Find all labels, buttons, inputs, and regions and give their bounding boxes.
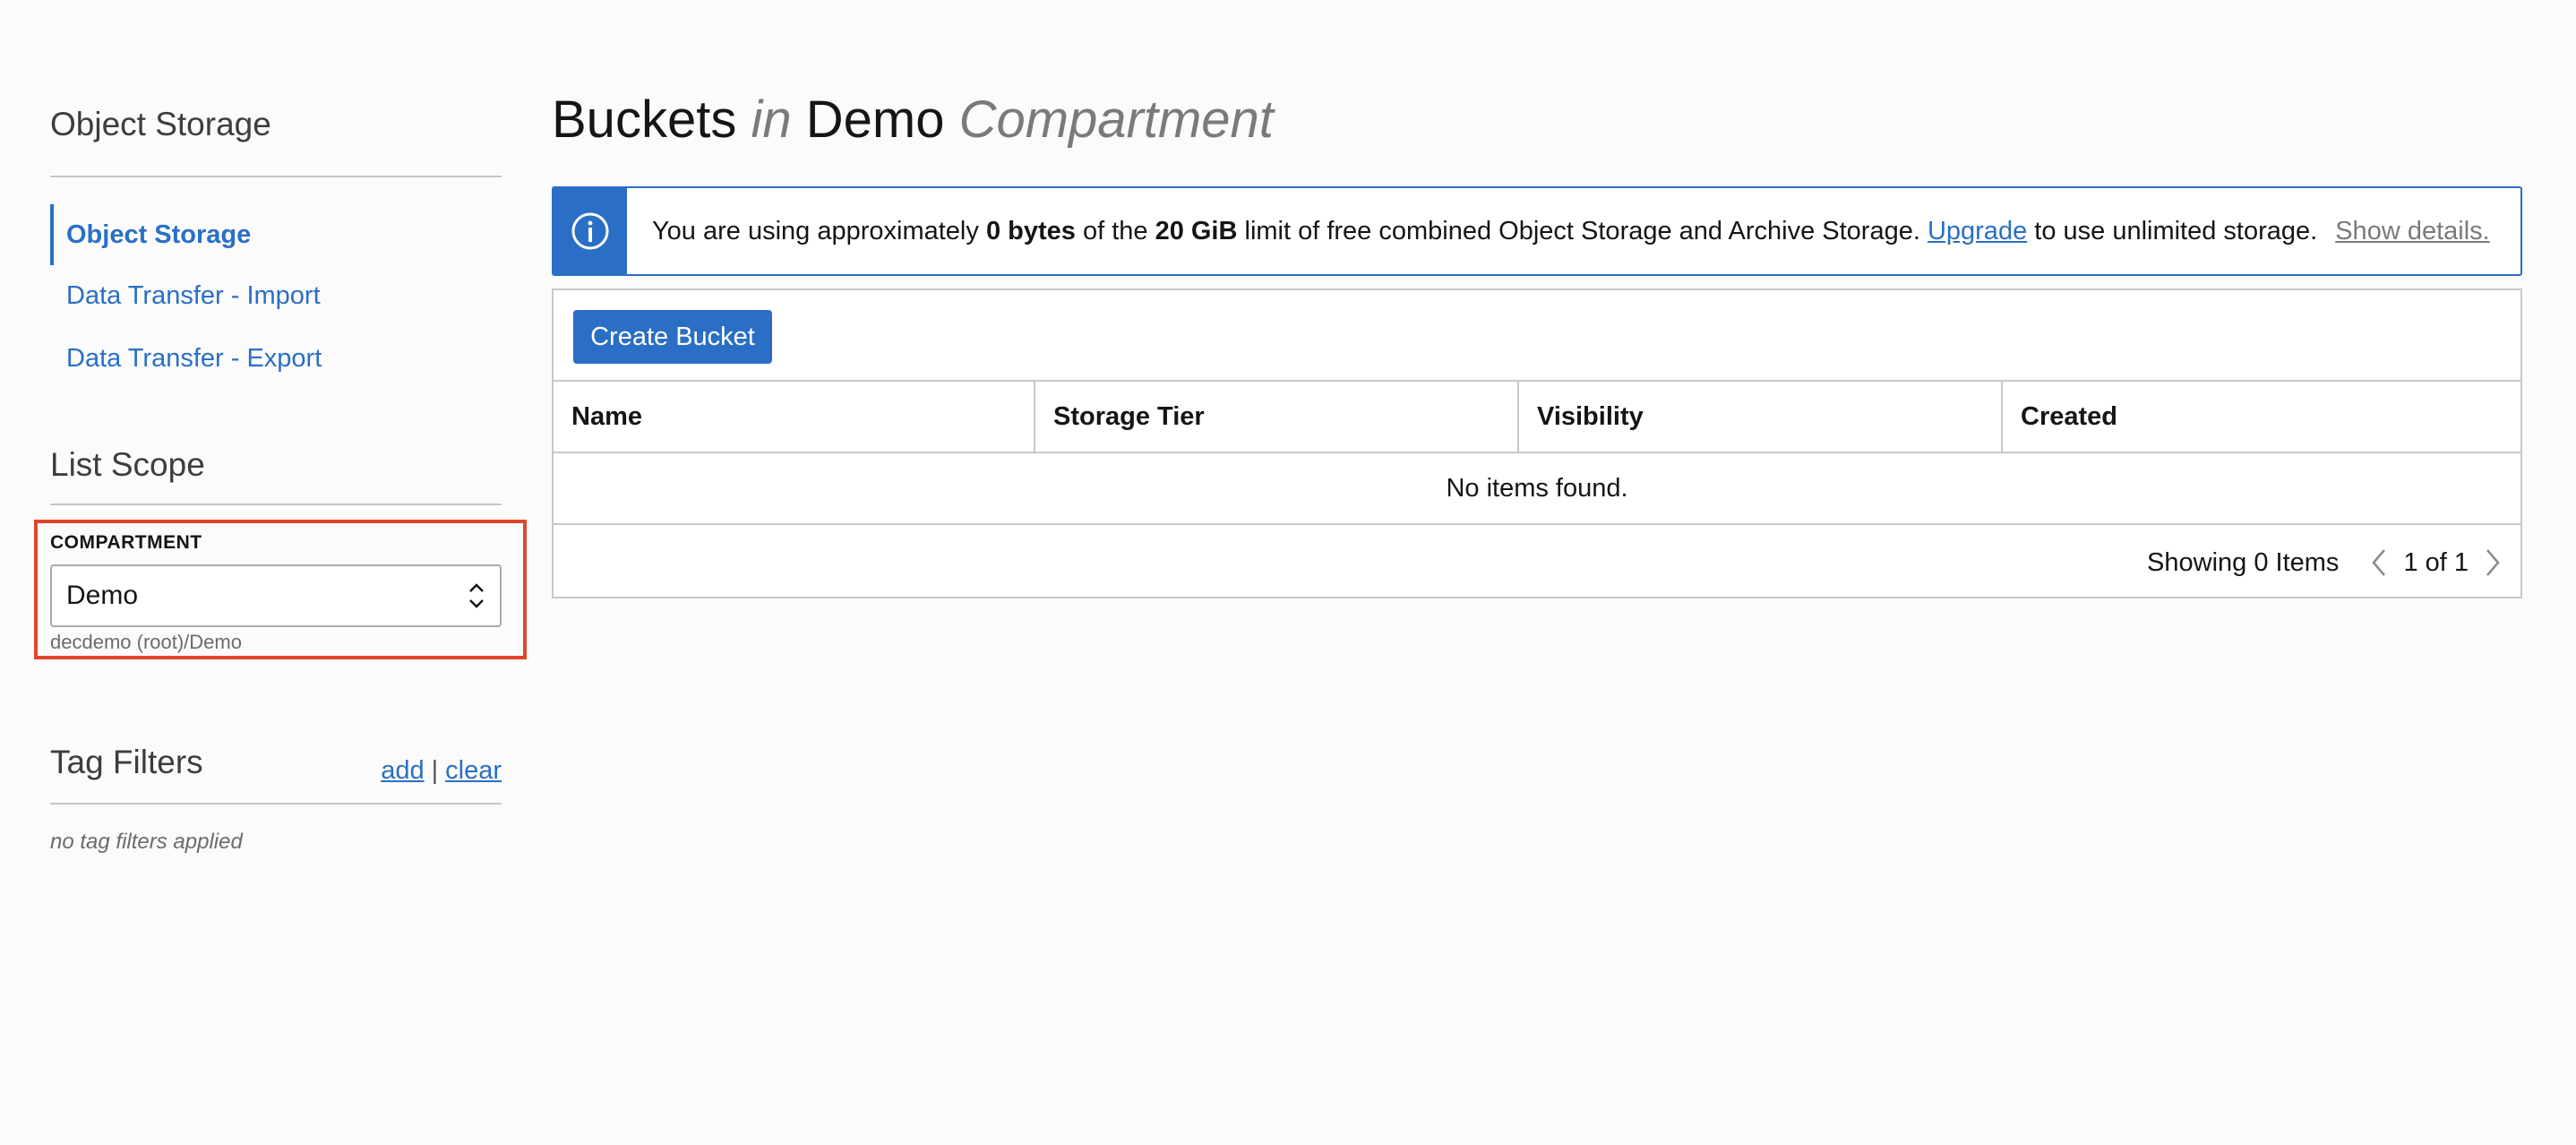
sidebar-section-title: Object Storage [50, 106, 502, 177]
page-indicator: 1 of 1 [2403, 547, 2469, 577]
column-header-storage-tier[interactable]: Storage Tier [1035, 382, 1519, 452]
compartment-selected-value: Demo [66, 581, 139, 610]
buckets-table-card: Create Bucket Name Storage Tier Visibili… [552, 288, 2522, 598]
select-arrows-icon [469, 583, 484, 608]
tag-filters-empty-text: no tag filters applied [50, 830, 243, 854]
page: Object Storage Object Storage Data Trans… [0, 0, 2576, 1145]
show-details-link[interactable]: Show details. [2335, 217, 2490, 245]
title-compartment-name: Demo [805, 90, 945, 149]
banner-limit-value: 20 GiB [1155, 216, 1238, 245]
column-header-created[interactable]: Created [2003, 382, 2520, 452]
banner-text-1: You are using approximately [652, 216, 986, 245]
tag-link-separator: | [431, 756, 439, 785]
title-buckets: Buckets [552, 90, 737, 149]
sidebar-item-data-transfer-export[interactable]: Data Transfer - Export [50, 328, 502, 389]
banner-text-2: of the [1075, 216, 1155, 245]
banner-text-3: limit of free combined Object Storage an… [1237, 216, 1928, 245]
banner-message: You are using approximately 0 bytes of t… [627, 217, 2490, 246]
column-header-name[interactable]: Name [554, 382, 1035, 452]
storage-info-banner: You are using approximately 0 bytes of t… [552, 186, 2522, 276]
tag-filters-title: Tag Filters [50, 744, 203, 780]
list-scope-title: List Scope [50, 446, 502, 505]
column-header-visibility[interactable]: Visibility [1519, 382, 2003, 452]
chevron-right-icon[interactable] [2477, 545, 2508, 581]
sidebar-item-data-transfer-import[interactable]: Data Transfer - Import [50, 265, 502, 326]
chevron-left-icon[interactable] [2364, 545, 2394, 581]
table-header: Name Storage Tier Visibility Created [554, 380, 2520, 453]
compartment-path: decdemo (root)/Demo [50, 631, 242, 653]
pagination: Showing 0 Items 1 of 1 [2147, 527, 2508, 598]
tag-filters-header: Tag Filters add | clear [50, 744, 502, 805]
empty-table-message: No items found. [554, 453, 2520, 525]
compartment-select[interactable]: Demo [50, 564, 502, 627]
tag-filter-links: add | clear [381, 756, 502, 786]
page-title: Buckets in Demo Compartment [552, 90, 1274, 156]
sidebar-item-object-storage[interactable]: Object Storage [50, 204, 502, 265]
banner-icon-box [554, 188, 627, 274]
clear-tag-filters-link[interactable]: clear [445, 756, 502, 786]
compartment-label: COMPARTMENT [50, 532, 202, 553]
item-count: Showing 0 Items [2147, 547, 2340, 577]
info-icon [571, 212, 609, 250]
title-in: in [751, 90, 792, 149]
create-bucket-button[interactable]: Create Bucket [573, 310, 772, 364]
add-tag-filter-link[interactable]: add [381, 756, 424, 786]
title-compartment: Compartment [958, 90, 1274, 149]
upgrade-link[interactable]: Upgrade [1928, 217, 2027, 245]
banner-usage-value: 0 bytes [985, 216, 1076, 245]
banner-text-4: to use unlimited storage. [2027, 216, 2318, 245]
